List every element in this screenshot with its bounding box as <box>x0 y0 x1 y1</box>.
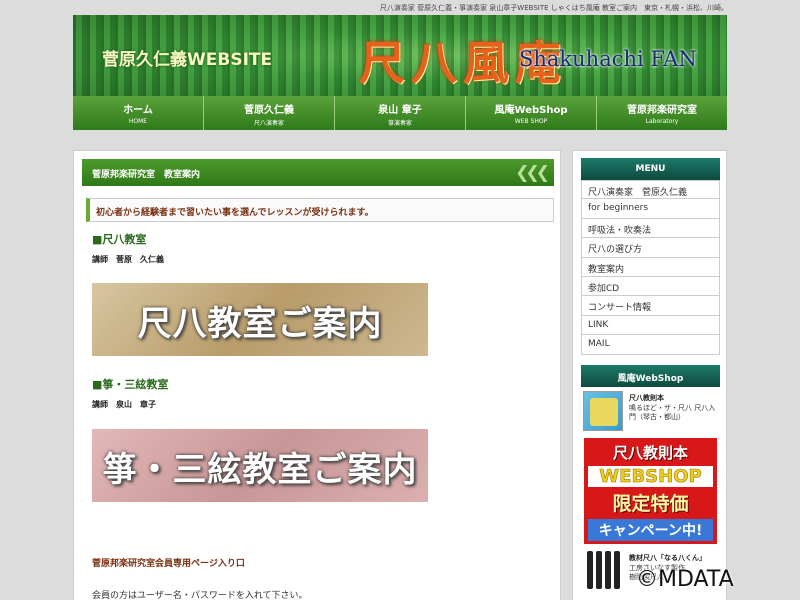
shop-item-textbook[interactable]: 尺八教則本 鳴るほど・ザ・尺八 尺八入門（琴古・都山） <box>583 391 720 431</box>
menu-heading: MENU <box>581 158 720 180</box>
kit-title: 教材尺八「なる八くん」 <box>629 554 706 562</box>
sidebar: MENU 尺八演奏家 菅原久仁義 for beginners 呼吸法・吹奏法 尺… <box>572 150 727 600</box>
menu-item-beginners[interactable]: for beginners <box>581 199 720 219</box>
header-site-name: 菅原久仁義WEBSITE <box>102 50 273 70</box>
menu-item-classes[interactable]: 教室案内 <box>581 257 720 277</box>
site-tagline: 尺八演奏家 菅原久仁義・箏演奏家 泉山章子WEBSITE しゃくはち風庵 教室ご… <box>379 4 728 12</box>
section-title-koto: ■箏・三絃教室 <box>92 378 169 391</box>
watermark: ©MDATA <box>636 567 734 592</box>
breadcrumb: 菅原邦楽研究室 教室案内 ❮❮❮ <box>82 159 554 186</box>
login-instruction: 会員の方はユーザー名・パスワードを入れて下さい。 <box>92 591 308 600</box>
nav-sugawara[interactable]: 菅原久仁義 尺八演奏家 <box>204 96 335 130</box>
menu-list: 尺八演奏家 菅原久仁義 for beginners 呼吸法・吹奏法 尺八の選び方… <box>581 180 720 355</box>
shop-item-desc: 鳴るほど・ザ・尺八 尺八入門（琴古・都山） <box>629 404 716 421</box>
header-subtitle: Shakuhachi FAN <box>519 47 697 71</box>
nav-home[interactable]: ホーム HOME <box>73 96 204 130</box>
main-content: 菅原邦楽研究室 教室案内 ❮❮❮ 初心者から経験者まで習いたい事を選んでレッスン… <box>73 150 561 600</box>
menu-item-breathing[interactable]: 呼吸法・吹奏法 <box>581 218 720 239</box>
nav-laboratory[interactable]: 菅原邦楽研究室 Laboratory <box>597 96 727 130</box>
breadcrumb-text: 菅原邦楽研究室 教室案内 <box>92 170 201 180</box>
nav-webshop[interactable]: 風庵WebShop WEB SHOP <box>466 96 597 130</box>
shop-item-title: 尺八教則本 <box>629 394 664 402</box>
notice-box: 初心者から経験者まで習いたい事を選んでレッスンが受けられます。 <box>86 198 554 222</box>
menu-item-profile[interactable]: 尺八演奏家 菅原久仁義 <box>581 180 720 200</box>
menu-item-concert[interactable]: コンサート情報 <box>581 296 720 316</box>
section-title-shakuhachi: ■尺八教室 <box>92 233 147 246</box>
koto-class-banner[interactable]: 箏・三絃教室ご案内 <box>92 429 428 502</box>
textbook-thumbnail <box>583 391 623 431</box>
webshop-heading: 風庵WebShop <box>581 365 720 387</box>
nav-izumiyama[interactable]: 泉山 章子 箏演奏家 <box>335 96 466 130</box>
menu-item-link[interactable]: LINK <box>581 315 720 336</box>
global-nav: ホーム HOME 菅原久仁義 尺八演奏家 泉山 章子 箏演奏家 風庵WebShop WE… <box>73 96 727 130</box>
shakuhachi-thumbnail <box>587 551 623 591</box>
shakuhachi-class-banner[interactable]: 尺八教室ご案内 <box>92 283 428 356</box>
site-header[interactable]: 菅原久仁義WEBSITE 尺八風庵 Shakuhachi FAN <box>73 15 727 96</box>
section-teacher-shakuhachi: 講師 菅原 久仁義 <box>92 255 164 264</box>
chevron-left-icon: ❮❮❮ <box>515 163 550 183</box>
menu-item-mail[interactable]: MAIL <box>581 335 720 355</box>
menu-item-choosing[interactable]: 尺八の選び方 <box>581 238 720 258</box>
webshop-promo-banner[interactable]: 尺八教則本 WEBSHOP 限定特価 キャンペーン中! <box>584 438 717 544</box>
menu-item-cd[interactable]: 参加CD <box>581 276 720 297</box>
section-teacher-koto: 講師 泉山 章子 <box>92 400 156 409</box>
members-page-link[interactable]: 菅原邦楽研究室会員専用ページ入り口 <box>92 556 245 569</box>
